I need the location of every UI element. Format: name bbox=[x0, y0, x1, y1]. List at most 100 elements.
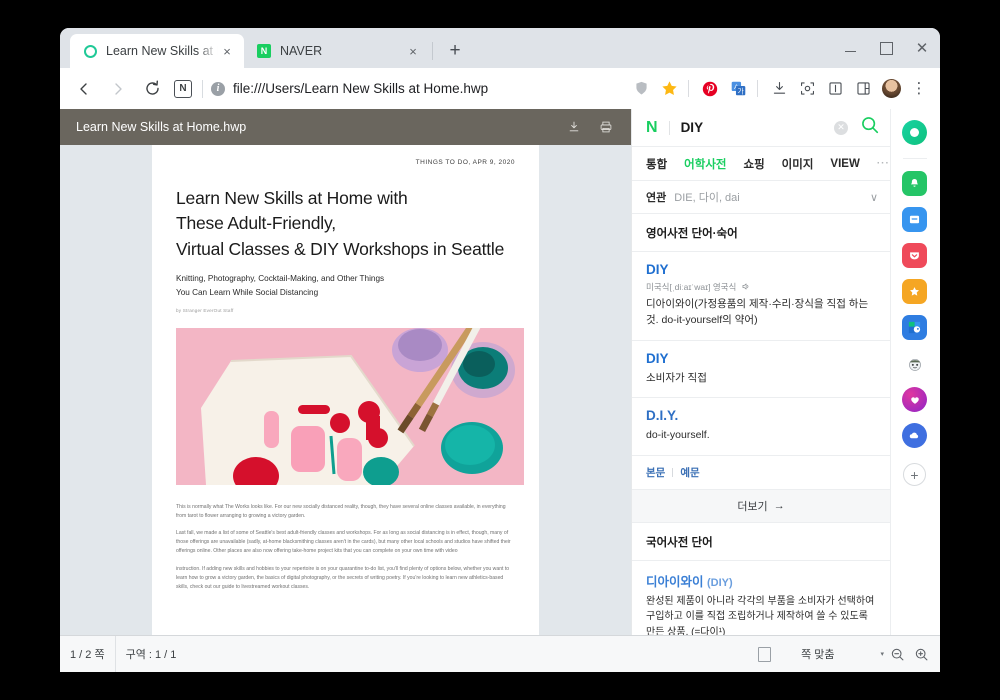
url-text[interactable]: file:///Users/Learn New Skills at Home.h… bbox=[233, 81, 488, 96]
more-label: 더보기 bbox=[737, 498, 767, 514]
character-avatar-icon[interactable] bbox=[902, 351, 927, 376]
zoom-controls: 쪽 맞춤 ▾ bbox=[758, 643, 940, 665]
pocket-icon[interactable] bbox=[902, 243, 927, 268]
dek-line: Knitting, Photography, Cocktail-Making, … bbox=[176, 272, 515, 286]
article-paragraph: instruction. If adding new skills and ho… bbox=[176, 565, 515, 592]
arrow-right-icon: → bbox=[774, 500, 785, 512]
document-viewer: Learn New Skills at Home.hwp THINGS TO D… bbox=[60, 109, 631, 672]
maximize-button[interactable] bbox=[868, 28, 904, 68]
tab-images[interactable]: 이미지 bbox=[782, 156, 814, 172]
dictionary-results[interactable]: 영어사전 단어·숙어 DIY 미국식[ˌdiːaɪˈwaɪ] 영국식 디아이와이… bbox=[632, 214, 890, 672]
whale-home-icon[interactable] bbox=[902, 120, 927, 145]
print-icon[interactable] bbox=[593, 114, 619, 140]
article-headline: Learn New Skills at Home with These Adul… bbox=[176, 186, 515, 262]
split-view-icon[interactable] bbox=[822, 76, 848, 102]
download-icon[interactable] bbox=[561, 114, 587, 140]
search-icon[interactable] bbox=[860, 115, 880, 140]
tab-close-button[interactable]: × bbox=[404, 42, 422, 60]
tab-integrated[interactable]: 통합 bbox=[646, 156, 667, 172]
tab-learn-new-skills[interactable]: Learn New Skills at Home. × bbox=[70, 34, 244, 68]
viewer-scroll-area[interactable]: THINGS TO DO, APR 9, 2020 Learn New Skil… bbox=[60, 145, 631, 672]
korean-word-text: 디아이와이 bbox=[646, 575, 704, 589]
entry-word[interactable]: D.I.Y. bbox=[646, 408, 876, 424]
reload-button[interactable] bbox=[138, 75, 166, 103]
translate-icon[interactable]: A가 bbox=[725, 76, 751, 102]
status-bar: 1 / 2 쪽 구역 : 1 / 1 쪽 맞춤 ▾ bbox=[60, 635, 940, 672]
notification-bell-icon[interactable] bbox=[902, 171, 927, 196]
pinterest-icon[interactable] bbox=[697, 76, 723, 102]
entry-links: 본문 예문 bbox=[632, 456, 890, 490]
tab-title: Learn New Skills at Home. bbox=[106, 44, 218, 58]
viewer-filename: Learn New Skills at Home.hwp bbox=[76, 120, 246, 134]
tab-close-button[interactable]: × bbox=[218, 42, 236, 60]
svg-text:가: 가 bbox=[737, 86, 744, 95]
zoom-mode-select[interactable]: 쪽 맞춤 ▾ bbox=[789, 646, 884, 662]
naver-side-panel: N DIY ✕ 통합 어학사전 쇼핑 이미지 VIEW ··· 연관 DIE, … bbox=[631, 109, 890, 672]
speaker-icon[interactable] bbox=[741, 282, 750, 292]
minimize-button[interactable] bbox=[832, 28, 868, 68]
tab-title: NAVER bbox=[280, 44, 404, 58]
entry-word[interactable]: 디아이와이 (DIY) bbox=[646, 571, 876, 590]
korean-dictionary-heading: 국어사전 단어 bbox=[632, 523, 890, 561]
related-terms-row[interactable]: 연관 DIE, 다이, dai ∨ bbox=[632, 181, 890, 214]
clear-icon[interactable]: ✕ bbox=[834, 121, 848, 135]
sidebar-panel-icon[interactable] bbox=[850, 76, 876, 102]
download-icon[interactable] bbox=[766, 76, 792, 102]
tab-shopping[interactable]: 쇼핑 bbox=[744, 156, 765, 172]
headline-line: These Adult-Friendly, bbox=[176, 211, 515, 236]
papago-translate-icon[interactable] bbox=[902, 315, 927, 340]
link-bonmun[interactable]: 본문 bbox=[646, 465, 665, 480]
notes-icon[interactable] bbox=[902, 207, 927, 232]
tab-divider bbox=[432, 42, 433, 60]
star-bookmark-icon[interactable] bbox=[656, 76, 682, 102]
zoom-in-icon[interactable] bbox=[910, 643, 932, 665]
tab-naver[interactable]: N NAVER × bbox=[244, 34, 430, 68]
close-window-button[interactable]: ✕ bbox=[904, 28, 940, 68]
whale-sidebar-rail: + bbox=[890, 109, 938, 672]
entry-word[interactable]: DIY bbox=[646, 351, 876, 367]
forward-button[interactable] bbox=[104, 75, 132, 103]
article-dek: Knitting, Photography, Cocktail-Making, … bbox=[176, 272, 515, 299]
vibe-music-icon[interactable] bbox=[902, 387, 927, 412]
document-page: THINGS TO DO, APR 9, 2020 Learn New Skil… bbox=[152, 145, 539, 672]
tab-dictionary[interactable]: 어학사전 bbox=[684, 156, 726, 172]
zoom-out-icon[interactable] bbox=[886, 643, 908, 665]
headline-line: Virtual Classes & DIY Workshops in Seatt… bbox=[176, 237, 515, 262]
content-area: Learn New Skills at Home.hwp THINGS TO D… bbox=[60, 109, 940, 672]
browser-menu-button[interactable]: ⋮ bbox=[906, 76, 932, 102]
add-sidebar-app-button[interactable]: + bbox=[903, 463, 926, 486]
mybox-cloud-icon[interactable] bbox=[902, 423, 927, 448]
entry-pronunciation: 미국식[ˌdiːaɪˈwaɪ] 영국식 bbox=[646, 281, 876, 293]
korean-word-abbrev: (DIY) bbox=[707, 577, 733, 589]
whale-n-icon[interactable]: N bbox=[174, 80, 192, 98]
dictionary-entry[interactable]: DIY 소비자가 직접 bbox=[632, 341, 890, 398]
page-layout-icon[interactable] bbox=[758, 647, 771, 662]
tabs-more-button[interactable]: ··· bbox=[877, 158, 890, 169]
link-yemun[interactable]: 예문 bbox=[680, 465, 699, 480]
search-input[interactable]: DIY bbox=[681, 120, 834, 135]
back-button[interactable] bbox=[70, 75, 98, 103]
dictionary-entry[interactable]: D.I.Y. do-it-yourself. bbox=[632, 398, 890, 455]
capture-icon[interactable] bbox=[794, 76, 820, 102]
more-results-button[interactable]: 더보기 → bbox=[632, 490, 890, 523]
bookmark-star-icon[interactable] bbox=[902, 279, 927, 304]
naver-logo-icon: N bbox=[646, 120, 658, 136]
new-tab-button[interactable]: + bbox=[441, 36, 469, 64]
naver-search-bar: N DIY ✕ bbox=[632, 109, 890, 147]
entry-word[interactable]: DIY bbox=[646, 262, 876, 278]
article-kicker: THINGS TO DO, APR 9, 2020 bbox=[176, 159, 515, 166]
article-byline: by Stranger EverOut Staff bbox=[176, 308, 515, 313]
dictionary-entry[interactable]: DIY 미국식[ˌdiːaɪˈwaɪ] 영국식 디아이와이(가정용품의 제작·수… bbox=[632, 252, 890, 341]
divider bbox=[669, 121, 670, 135]
shield-heart-icon[interactable] bbox=[628, 76, 654, 102]
tab-view[interactable]: VIEW bbox=[830, 158, 859, 170]
page-info-icon[interactable]: i bbox=[211, 82, 225, 96]
article-paragraph: This is normally what The Works looks li… bbox=[176, 503, 515, 521]
omnibar-divider bbox=[757, 80, 758, 97]
chevron-down-icon[interactable]: ∨ bbox=[870, 191, 878, 204]
avatar[interactable] bbox=[878, 76, 904, 102]
related-values: DIE, 다이, dai bbox=[674, 189, 739, 205]
circle-green-icon bbox=[82, 43, 98, 59]
headline-line: Learn New Skills at Home with bbox=[176, 186, 515, 211]
omnibar-actions: A가 ⋮ bbox=[626, 76, 932, 102]
